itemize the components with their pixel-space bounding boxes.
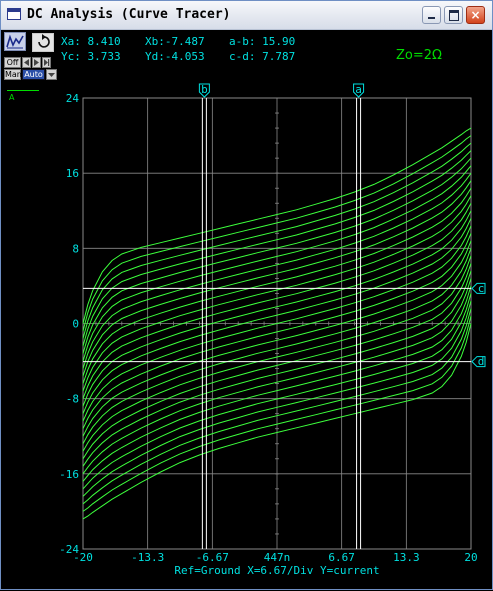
cursor-label-b: b: [201, 83, 208, 96]
x-tick-label: 13.3: [393, 551, 420, 564]
y-tick-label: 24: [66, 92, 80, 105]
plot-footer: Ref=Ground X=6.67/Div Y=current: [174, 564, 379, 577]
y-tick-label: -24: [59, 543, 79, 556]
y-tick-labels: 24 16 8 0 -8 -16 -24: [59, 92, 79, 556]
x-tick-label: -13.3: [131, 551, 164, 564]
x-tick-label: 6.67: [328, 551, 355, 564]
y-tick-label: 8: [72, 242, 79, 255]
x-tick-label: -6.67: [196, 551, 229, 564]
y-tick-label: 0: [72, 318, 79, 331]
y-tick-label: 16: [66, 167, 79, 180]
cursor-label-d: d: [478, 355, 485, 368]
cursor-label-c: c: [478, 282, 485, 295]
curve-tracer-plot[interactable]: abcd -20 -13.3 -6.67 447n 6.67 13.3 20 241680-…: [1, 1, 493, 591]
y-tick-label: -16: [59, 468, 79, 481]
cursor-label-a: a: [355, 83, 362, 96]
y-tick-label: -8: [66, 393, 79, 406]
x-tick-label: 20: [464, 551, 477, 564]
x-tick-labels: -20 -13.3 -6.67 447n 6.67 13.3 20: [73, 551, 478, 564]
cursor-lines: a b c d: [83, 83, 486, 549]
x-tick-label: 447n: [264, 551, 291, 564]
curve-tracer-window: DC Analysis (Curve Tracer) × Off Man Aut…: [0, 0, 493, 590]
